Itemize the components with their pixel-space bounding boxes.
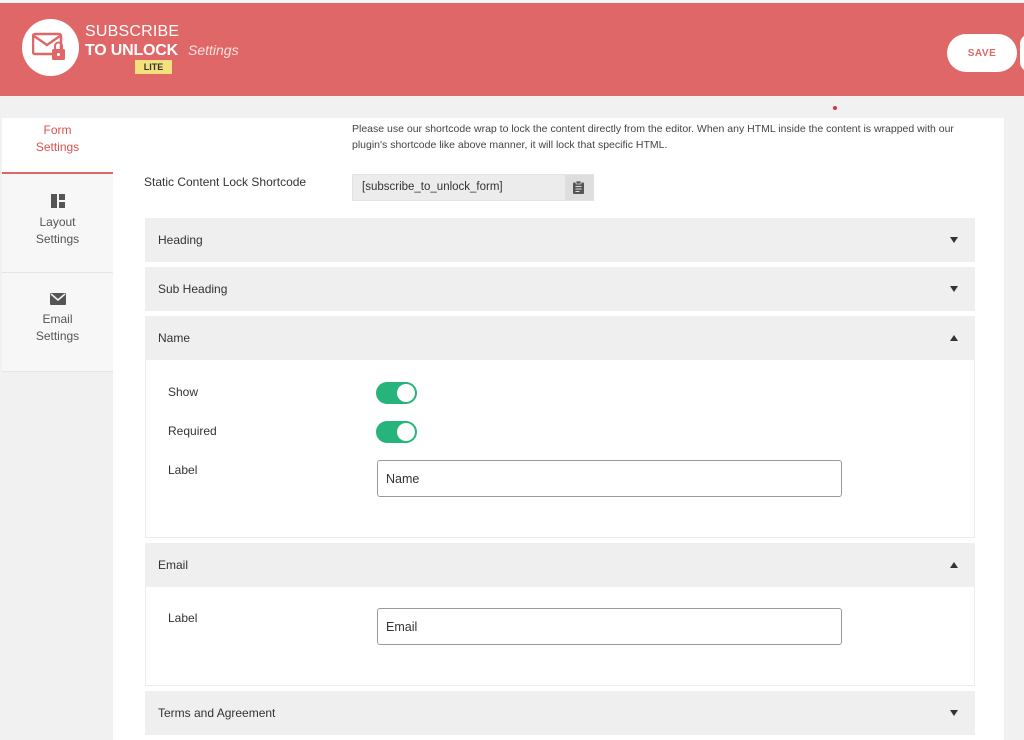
email-panel: Label [145, 587, 975, 686]
caret-down-icon [950, 237, 958, 243]
sidebar-item-label: Email Settings [35, 312, 80, 343]
page-title: Settings [188, 42, 239, 58]
caret-down-icon [950, 710, 958, 716]
sidebar-item-label: Form Settings [35, 123, 80, 154]
form-settings-panel: Please use our shortcode wrap to lock th… [113, 118, 1004, 740]
sidebar-item-form-settings[interactable]: Form Settings [2, 118, 113, 174]
accordion-name[interactable]: Name [145, 316, 975, 360]
required-label: Required [168, 424, 217, 438]
accordion-terms[interactable]: Terms and Agreement [145, 691, 975, 735]
envelope-lock-icon [32, 32, 65, 60]
brand-name-line1: SUBSCRIBE [85, 23, 180, 40]
accordion-title: Email [158, 558, 189, 572]
name-label-caption: Label [168, 463, 198, 477]
app-header: SUBSCRIBE TO UNLOCK LITE Settings SAVE [0, 0, 1024, 96]
shortcode-label: Static Content Lock Shortcode [144, 175, 307, 189]
envelope-icon [49, 293, 66, 305]
shortcode-notice: Please use our shortcode wrap to lock th… [352, 123, 954, 151]
required-toggle[interactable] [376, 421, 417, 443]
caret-up-icon [950, 562, 958, 568]
email-label-caption: Label [168, 611, 198, 625]
accordion-title: Heading [158, 233, 203, 247]
caret-down-icon [950, 286, 958, 292]
sidebar-item-layout-settings[interactable]: Layout Settings [2, 174, 113, 273]
accordion-title: Terms and Agreement [158, 706, 276, 720]
name-label-input[interactable] [377, 460, 842, 497]
accordion-title: Sub Heading [158, 282, 228, 296]
sidebar-item-email-settings[interactable]: Email Settings [2, 273, 113, 372]
save-button[interactable]: SAVE [947, 34, 1017, 72]
show-toggle[interactable] [376, 382, 417, 404]
layout-icon [50, 194, 65, 208]
caret-up-icon [950, 335, 958, 341]
edge-button[interactable] [1020, 34, 1024, 72]
shortcode-field[interactable]: [subscribe_to_unlock_form] [352, 174, 594, 201]
clipboard-icon [573, 181, 584, 194]
shortcode-value: [subscribe_to_unlock_form] [362, 181, 503, 193]
accordion-email[interactable]: Email [145, 543, 975, 587]
settings-sidebar: Form Settings Layout Settings Email Sett… [2, 118, 113, 372]
toggle-knob [397, 423, 415, 441]
brand-name-line2: TO UNLOCK [85, 42, 179, 59]
email-label-input[interactable] [377, 608, 842, 645]
accordion-heading[interactable]: Heading [145, 218, 975, 262]
sidebar-item-label: Layout Settings [35, 215, 80, 246]
copy-shortcode-button[interactable] [565, 175, 593, 200]
show-label: Show [168, 385, 199, 399]
accordion-title: Name [158, 331, 191, 345]
name-panel: Show Required Label [145, 360, 975, 538]
accordion-sub-heading[interactable]: Sub Heading [145, 267, 975, 311]
notification-dot [833, 106, 837, 110]
toggle-knob [397, 384, 415, 402]
lite-badge: LITE [135, 60, 172, 74]
logo [22, 19, 79, 76]
